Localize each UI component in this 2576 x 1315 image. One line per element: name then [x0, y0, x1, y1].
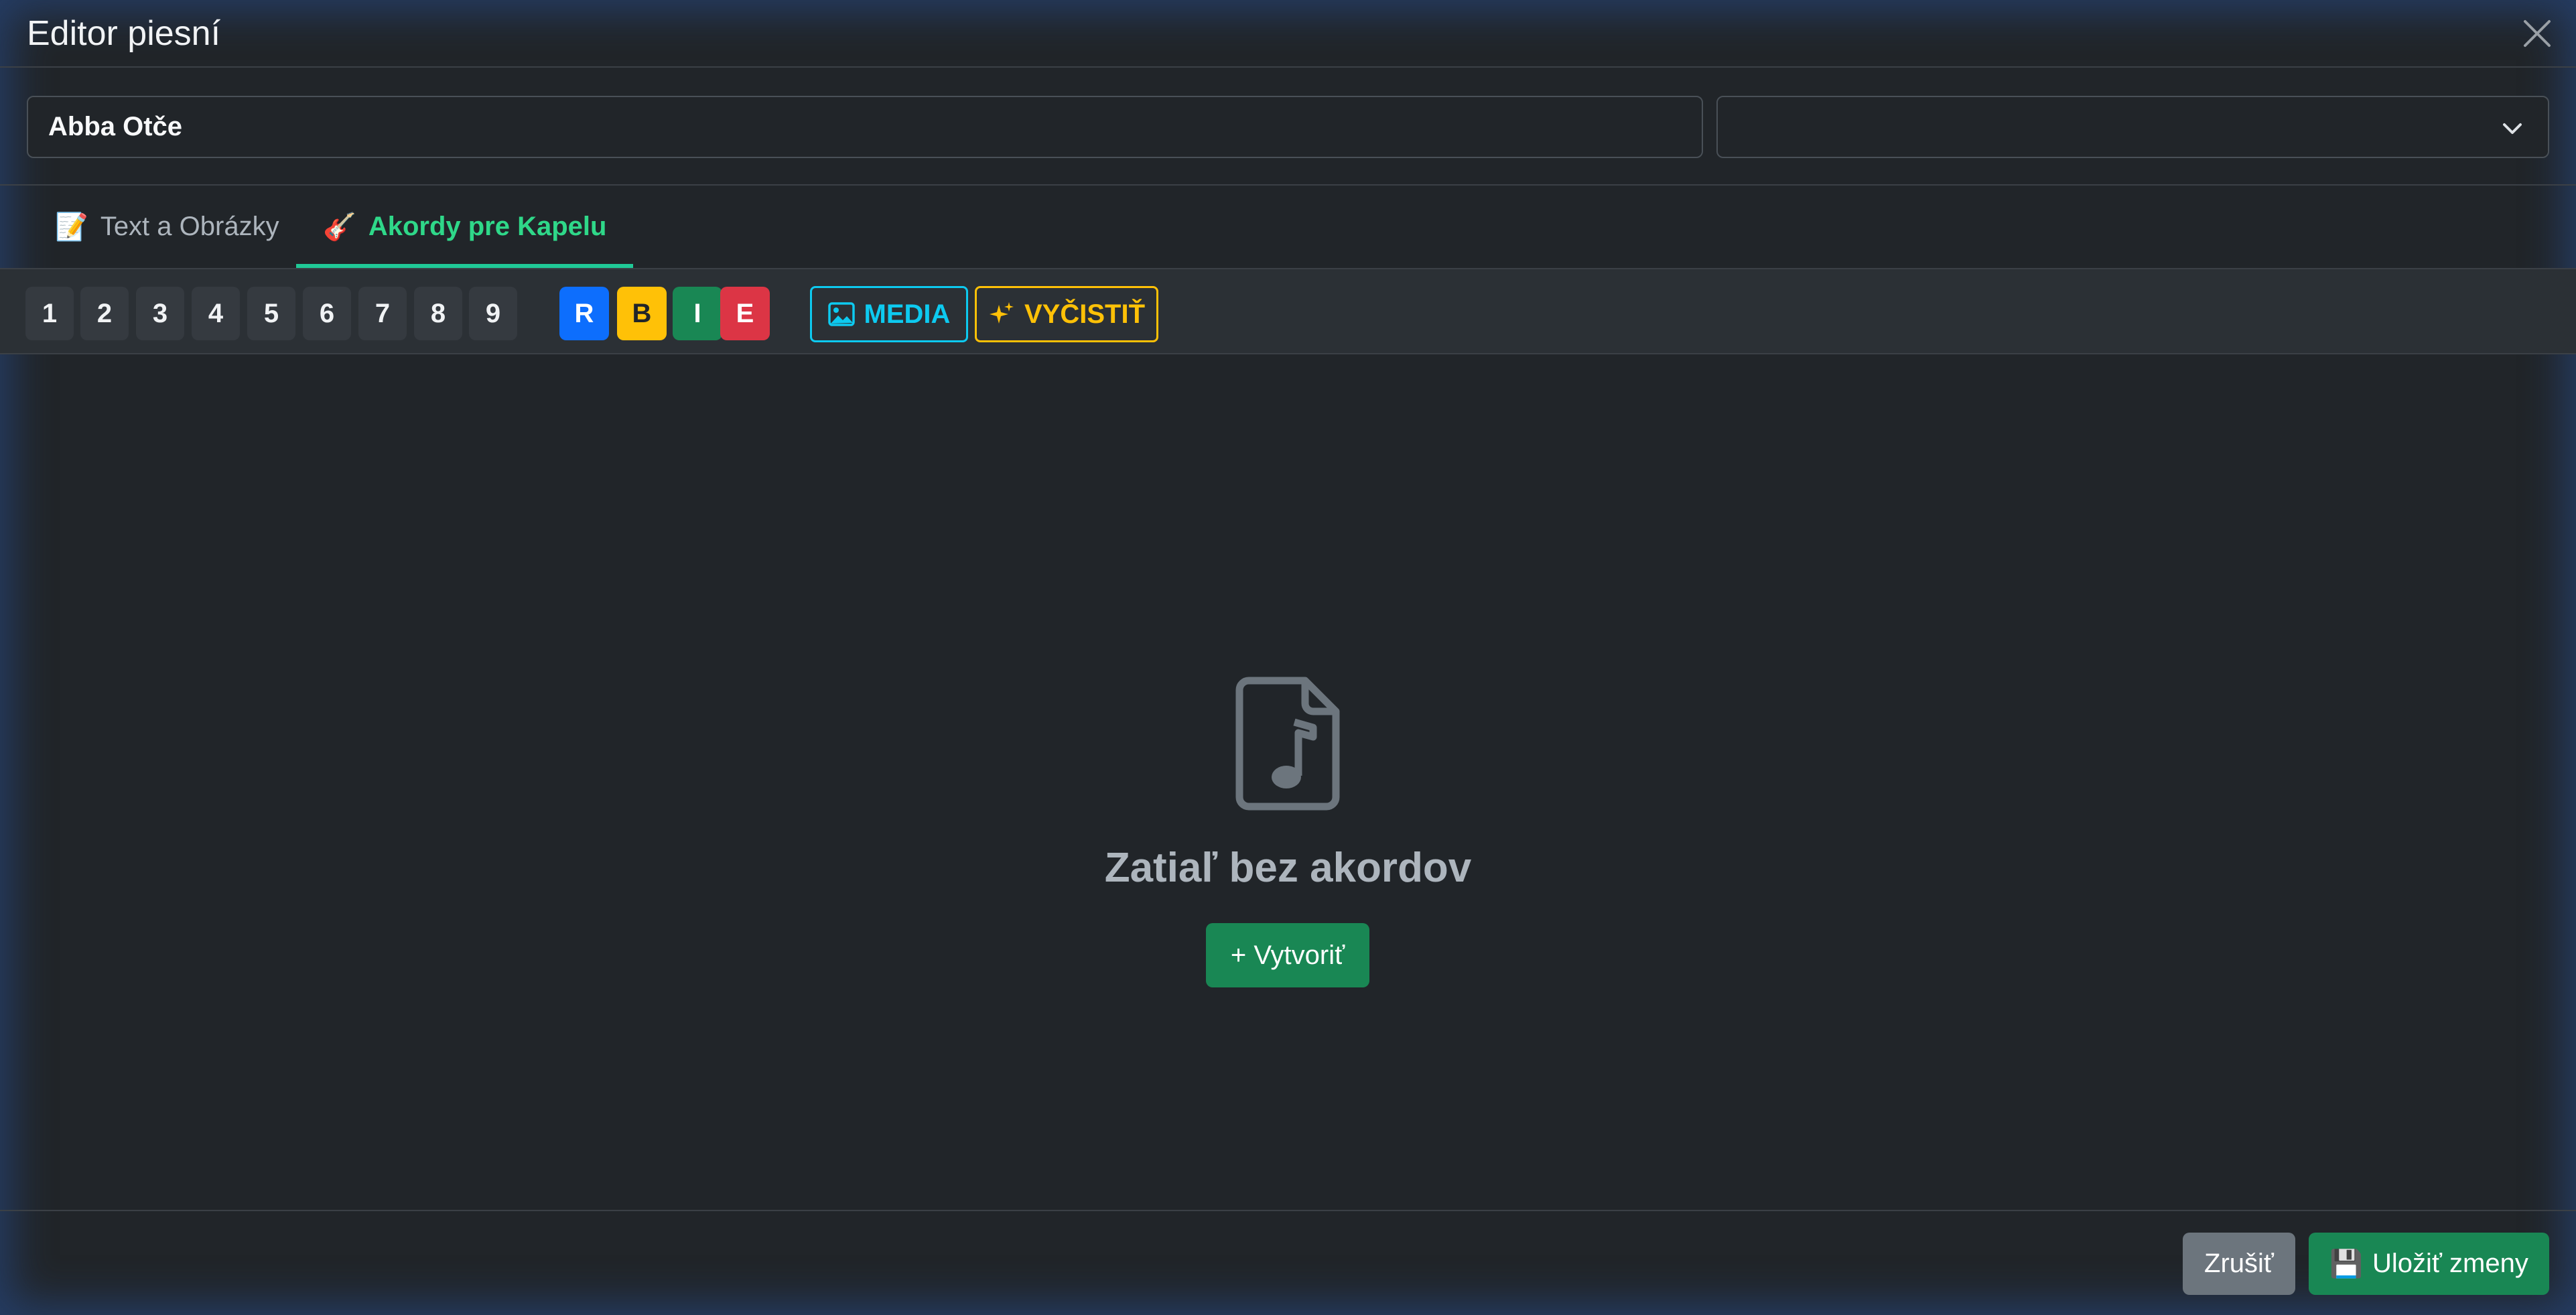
- number-button-7[interactable]: 7: [358, 287, 407, 340]
- sparkles-icon: [989, 302, 1014, 324]
- image-icon: [827, 302, 855, 326]
- tab-label: Akordy pre Kapelu: [368, 212, 607, 241]
- number-button-1[interactable]: 1: [25, 287, 74, 340]
- song-title-input[interactable]: [27, 96, 1703, 158]
- song-category-select[interactable]: [1716, 96, 2549, 158]
- floppy-disk-icon: 💾: [2329, 1249, 2363, 1279]
- editor-tabs: 📝 Text a Obrázky 🎸 Akordy pre Kapelu: [0, 186, 2576, 269]
- cancel-button[interactable]: Zrušiť: [2183, 1233, 2295, 1295]
- music-file-icon: [1235, 677, 1340, 811]
- modal-footer-divider: [0, 1210, 2576, 1211]
- modal-title: Editor piesní: [27, 14, 221, 53]
- close-icon: [2524, 20, 2551, 47]
- chord-toolbar: 1 2 3 4 5 6 7 8 9 R B I E MEDIA VYČISTIŤ: [0, 269, 2576, 354]
- tab-label: Text a Obrázky: [100, 212, 279, 241]
- close-button[interactable]: [2520, 16, 2555, 51]
- save-changes-button[interactable]: 💾 Uložiť zmeny: [2309, 1233, 2549, 1295]
- create-chords-button[interactable]: + Vytvoriť: [1206, 923, 1369, 987]
- format-intro-button[interactable]: I: [673, 287, 722, 340]
- number-button-3[interactable]: 3: [136, 287, 184, 340]
- chevron-down-icon: [2503, 123, 2522, 134]
- song-editor-modal: Editor piesní 📝 Text a Obrázky 🎸 Akordy …: [0, 0, 2576, 1315]
- number-button-4[interactable]: 4: [192, 287, 240, 340]
- tab-chords-for-band[interactable]: 🎸 Akordy pre Kapelu: [296, 186, 634, 268]
- guitar-icon: 🎸: [323, 212, 356, 243]
- number-button-6[interactable]: 6: [303, 287, 351, 340]
- media-button[interactable]: MEDIA: [810, 286, 968, 342]
- format-ending-button[interactable]: E: [720, 287, 770, 340]
- media-label: MEDIA: [864, 299, 951, 329]
- number-button-8[interactable]: 8: [414, 287, 462, 340]
- memo-icon: 📝: [55, 212, 88, 243]
- number-button-9[interactable]: 9: [469, 287, 517, 340]
- modal-header: Editor piesní: [0, 0, 2576, 68]
- clean-button[interactable]: VYČISTIŤ: [975, 286, 1158, 342]
- number-button-2[interactable]: 2: [80, 287, 129, 340]
- empty-state-text: Zatiaľ bez akordov: [1104, 845, 1472, 891]
- tab-text-and-images[interactable]: 📝 Text a Obrázky: [27, 186, 306, 268]
- number-button-5[interactable]: 5: [247, 287, 295, 340]
- save-label: Uložiť zmeny: [2372, 1249, 2528, 1278]
- format-bridge-button[interactable]: B: [617, 287, 667, 340]
- clean-label: VYČISTIŤ: [1024, 299, 1146, 329]
- format-refrain-button[interactable]: R: [559, 287, 609, 340]
